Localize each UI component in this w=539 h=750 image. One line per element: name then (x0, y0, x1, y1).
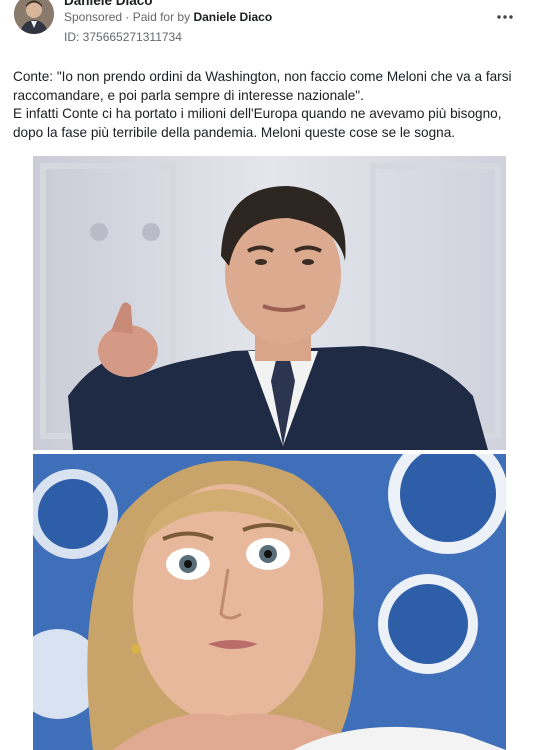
avatar-image (14, 0, 54, 34)
more-horizontal-icon (497, 15, 513, 19)
woman-surprised-image (33, 454, 506, 750)
paid-for-by-name[interactable]: Daniele Diaco (193, 10, 272, 24)
sponsored-meta: Sponsored · Paid for by Daniele Diaco (64, 10, 272, 24)
author-avatar[interactable] (14, 0, 54, 34)
post-paragraph-1: Conte: "Io non prendo ordini da Washingt… (13, 69, 512, 103)
post-header: Daniele Diaco Sponsored · Paid for by Da… (0, 0, 539, 58)
post-media[interactable] (0, 152, 539, 750)
sponsored-post-card: Daniele Diaco Sponsored · Paid for by Da… (0, 0, 539, 750)
separator-dot: · (125, 10, 130, 24)
bottom-photo-woman-surprised[interactable] (33, 454, 506, 750)
author-name[interactable]: Daniele Diaco (64, 0, 153, 8)
more-options-button[interactable] (493, 5, 517, 29)
top-photo-man-pointing[interactable] (33, 156, 506, 450)
post-paragraph-2: E infatti Conte ci ha portato i milioni … (13, 106, 502, 140)
ad-id: ID: 375665271311734 (64, 30, 182, 44)
man-pointing-image (33, 156, 506, 450)
sponsored-label: Sponsored (64, 10, 123, 24)
post-body-text: Conte: "Io non prendo ordini da Washingt… (13, 68, 529, 142)
paid-for-by-label: Paid for by (132, 10, 191, 24)
